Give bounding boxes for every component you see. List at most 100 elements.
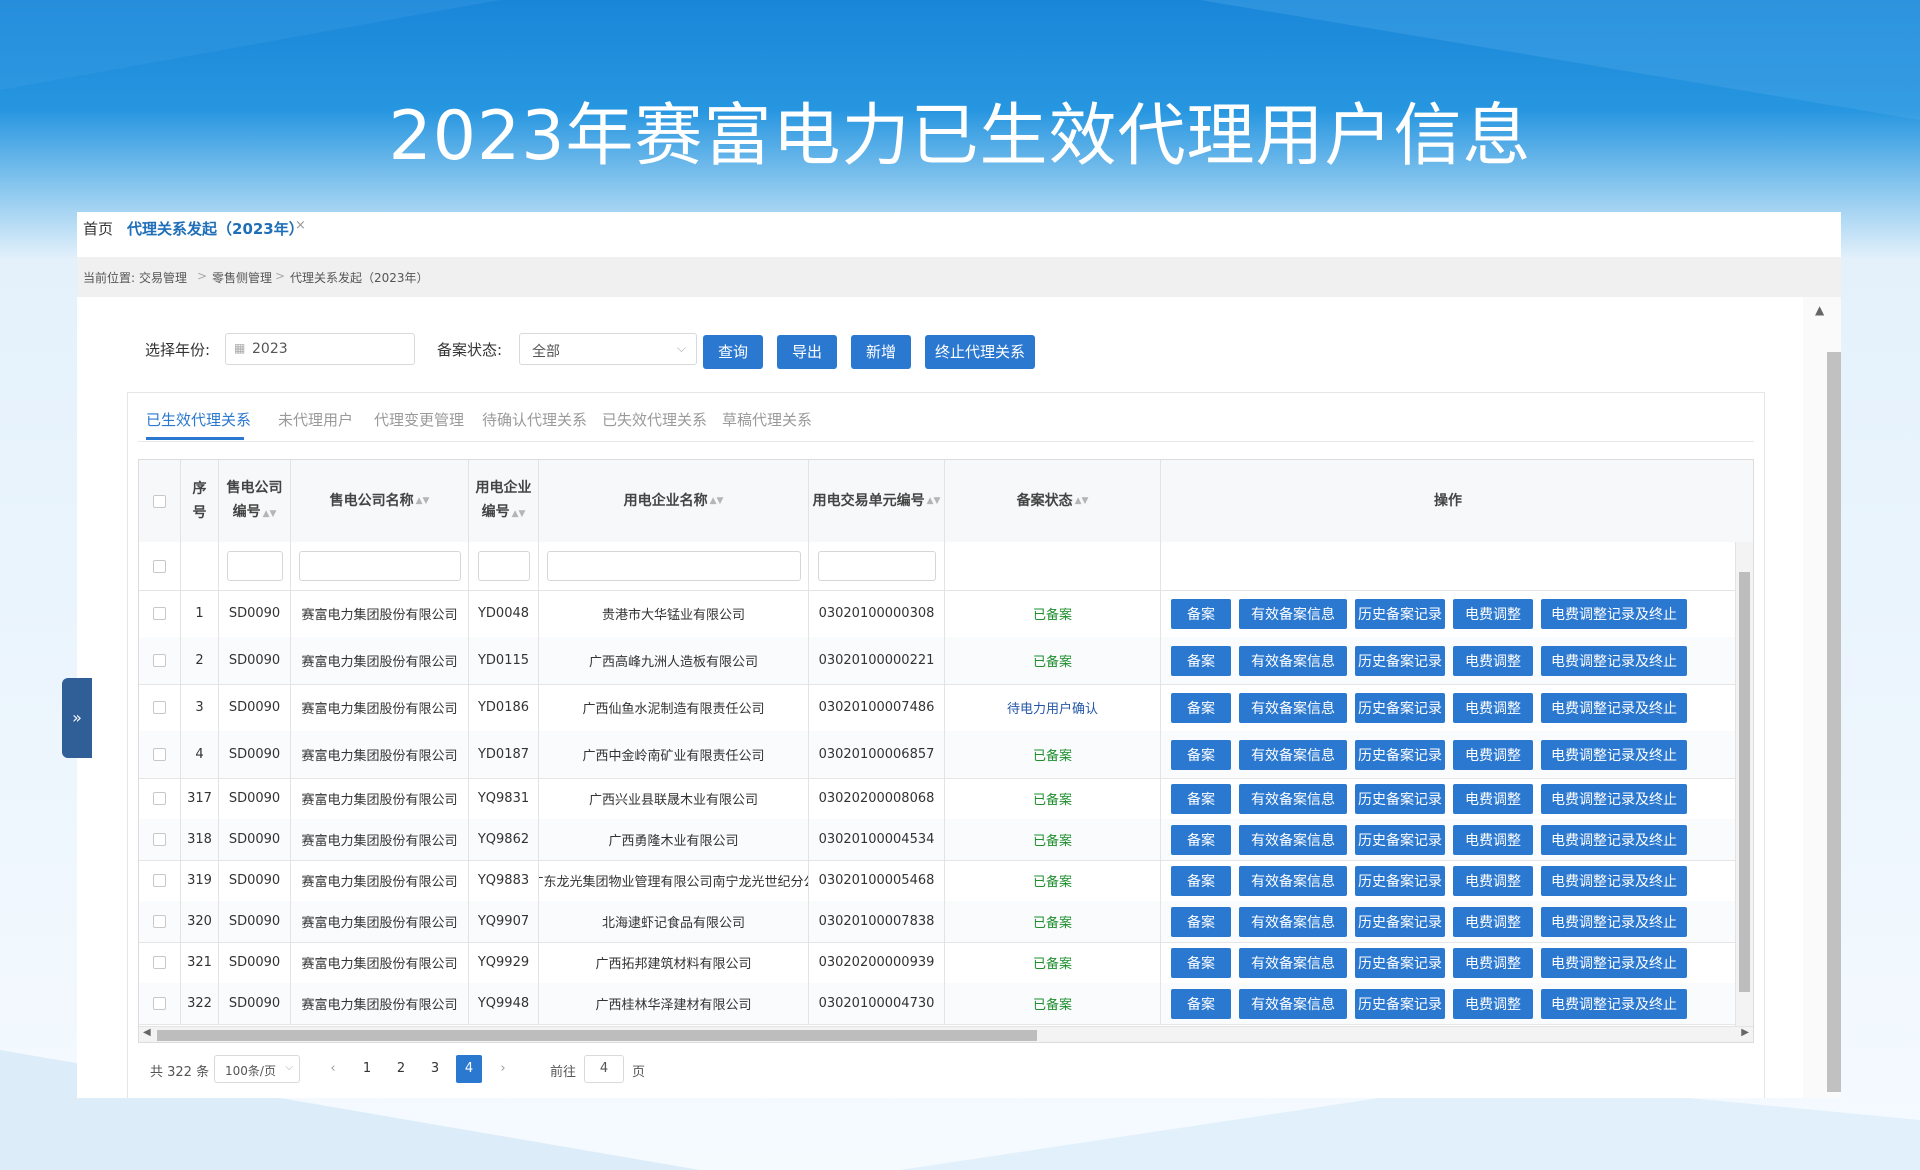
history-record-button[interactable]: 历史备案记录 [1355,988,1445,1019]
breadcrumb-item-trade[interactable]: 交易管理 [139,269,187,286]
table-row[interactable]: 3 SD0090 赛富电力集团股份有限公司 YD0186 广西仙鱼水泥制造有限责任公司 0… [139,684,1753,732]
fee-adjust-button[interactable]: 电费调整 [1453,824,1533,855]
row-checkbox[interactable] [153,915,166,928]
page-3-button[interactable]: 3 [422,1055,448,1083]
history-record-button[interactable]: 历史备案记录 [1355,598,1445,629]
table-row[interactable]: 2 SD0090 赛富电力集团股份有限公司 YD0115 广西高峰九洲人造板有限公司 03… [139,637,1753,685]
page-size-select[interactable]: 100条/页 ⌵ [214,1055,300,1083]
table-row[interactable]: 1 SD0090 赛富电力集团股份有限公司 YD0048 贵港市大华锰业有限公司 0302… [139,590,1753,638]
seller-code-filter-input[interactable] [226,551,283,581]
row-checkbox[interactable] [153,701,166,714]
user-name-filter-input[interactable] [546,551,801,581]
file-record-button[interactable]: 备案 [1171,988,1231,1019]
fee-adjust-log-button[interactable]: 电费调整记录及终止 [1541,865,1687,896]
table-row[interactable]: 4 SD0090 赛富电力集团股份有限公司 YD0187 广西中金岭南矿业有限责任公司 0… [139,731,1753,779]
fee-adjust-log-button[interactable]: 电费调整记录及终止 [1541,824,1687,855]
row-checkbox[interactable] [153,748,166,761]
year-input[interactable]: ▦ 2023 [225,333,415,365]
history-record-button[interactable]: 历史备案记录 [1355,865,1445,896]
row-checkbox[interactable] [153,874,166,887]
goto-page-input[interactable]: 4 [584,1055,624,1083]
page-vertical-scrollbar[interactable]: ▲ [1803,297,1841,1098]
status-select[interactable]: 全部 ⌵ [519,333,697,365]
valid-record-info-button[interactable]: 有效备案信息 [1239,598,1347,629]
header-select-all[interactable] [139,460,181,542]
scrollbar-thumb[interactable] [1827,352,1841,1092]
prev-page-button[interactable]: ‹ [320,1055,346,1083]
file-record-button[interactable]: 备案 [1171,692,1231,723]
fee-adjust-log-button[interactable]: 电费调整记录及终止 [1541,692,1687,723]
subtab-pending-confirmation[interactable]: 待确认代理关系 [482,409,587,430]
row-checkbox[interactable] [153,607,166,620]
row-checkbox[interactable] [153,997,166,1010]
valid-record-info-button[interactable]: 有效备案信息 [1239,824,1347,855]
history-record-button[interactable]: 历史备案记录 [1355,824,1445,855]
fee-adjust-log-button[interactable]: 电费调整记录及终止 [1541,988,1687,1019]
table-horizontal-scrollbar[interactable]: ◀ ▶ [139,1026,1753,1042]
file-record-button[interactable]: 备案 [1171,783,1231,814]
fee-adjust-button[interactable]: 电费调整 [1453,645,1533,676]
fee-adjust-button[interactable]: 电费调整 [1453,739,1533,770]
valid-record-info-button[interactable]: 有效备案信息 [1239,865,1347,896]
valid-record-info-button[interactable]: 有效备案信息 [1239,783,1347,814]
table-row[interactable]: 321 SD0090 赛富电力集团股份有限公司 YQ9929 广西拓邦建筑材料有限公司 0… [139,942,1753,984]
file-record-button[interactable]: 备案 [1171,598,1231,629]
unit-code-filter-input[interactable] [817,551,936,581]
row-checkbox[interactable] [153,956,166,969]
table-row[interactable]: 318 SD0090 赛富电力集团股份有限公司 YQ9862 广西勇隆木业有限公司 030… [139,819,1753,861]
subtab-draft-relations[interactable]: 草稿代理关系 [722,409,812,430]
checkbox[interactable] [153,494,166,508]
fee-adjust-log-button[interactable]: 电费调整记录及终止 [1541,739,1687,770]
terminate-button[interactable]: 终止代理关系 [925,335,1035,369]
add-button[interactable]: 新增 [851,335,911,369]
history-record-button[interactable]: 历史备案记录 [1355,783,1445,814]
valid-record-info-button[interactable]: 有效备案信息 [1239,906,1347,937]
valid-record-info-button[interactable]: 有效备案信息 [1239,739,1347,770]
table-row[interactable]: 322 SD0090 赛富电力集团股份有限公司 YQ9948 广西桂林华泽建材有限公司 0… [139,983,1753,1025]
file-record-button[interactable]: 备案 [1171,865,1231,896]
fee-adjust-button[interactable]: 电费调整 [1453,947,1533,978]
row-checkbox[interactable] [153,654,166,667]
row-checkbox[interactable] [153,833,166,846]
checkbox[interactable] [153,559,166,573]
valid-record-info-button[interactable]: 有效备案信息 [1239,692,1347,723]
seller-name-filter-input[interactable] [298,551,461,581]
history-record-button[interactable]: 历史备案记录 [1355,906,1445,937]
header-unit-code[interactable]: 用电交易单元编号 ▲▼ [809,460,945,542]
valid-record-info-button[interactable]: 有效备案信息 [1239,988,1347,1019]
history-record-button[interactable]: 历史备案记录 [1355,645,1445,676]
user-code-filter-input[interactable] [477,551,530,581]
query-button[interactable]: 查询 [703,335,763,369]
page-2-button[interactable]: 2 [388,1055,414,1083]
fee-adjust-button[interactable]: 电费调整 [1453,865,1533,896]
table-row[interactable]: 319 SD0090 赛富电力集团股份有限公司 YQ9883 广东龙光集团物业管理有限公… [139,860,1753,902]
fee-adjust-log-button[interactable]: 电费调整记录及终止 [1541,598,1687,629]
breadcrumb-item-retail[interactable]: 零售侧管理 [212,269,272,286]
history-record-button[interactable]: 历史备案记录 [1355,739,1445,770]
header-status[interactable]: 备案状态 ▲▼ [945,460,1161,542]
fee-adjust-log-button[interactable]: 电费调整记录及终止 [1541,645,1687,676]
tab-home[interactable]: 首页 [83,218,113,239]
scroll-up-icon[interactable]: ▲ [1815,303,1824,317]
file-record-button[interactable]: 备案 [1171,906,1231,937]
fee-adjust-log-button[interactable]: 电费调整记录及终止 [1541,783,1687,814]
subtab-active-relations[interactable]: 已生效代理关系 [146,409,251,430]
next-page-button[interactable]: › [490,1055,516,1083]
export-button[interactable]: 导出 [777,335,837,369]
header-seller-code[interactable]: 售电公司 编号 ▲▼ [219,460,291,542]
page-1-button[interactable]: 1 [354,1055,380,1083]
table-row[interactable]: 320 SD0090 赛富电力集团股份有限公司 YQ9907 北海逮虾记食品有限公司 03… [139,901,1753,943]
fee-adjust-button[interactable]: 电费调整 [1453,783,1533,814]
valid-record-info-button[interactable]: 有效备案信息 [1239,947,1347,978]
file-record-button[interactable]: 备案 [1171,824,1231,855]
file-record-button[interactable]: 备案 [1171,947,1231,978]
fee-adjust-button[interactable]: 电费调整 [1453,598,1533,629]
row-checkbox[interactable] [153,792,166,805]
header-user-code[interactable]: 用电企业 编号 ▲▼ [469,460,539,542]
sidebar-expand-icon[interactable]: » [62,678,92,758]
header-user-name[interactable]: 用电企业名称 ▲▼ [539,460,809,542]
fee-adjust-button[interactable]: 电费调整 [1453,906,1533,937]
subtab-expired-relations[interactable]: 已失效代理关系 [602,409,707,430]
subtab-unassigned-users[interactable]: 未代理用户 [278,409,353,430]
history-record-button[interactable]: 历史备案记录 [1355,947,1445,978]
